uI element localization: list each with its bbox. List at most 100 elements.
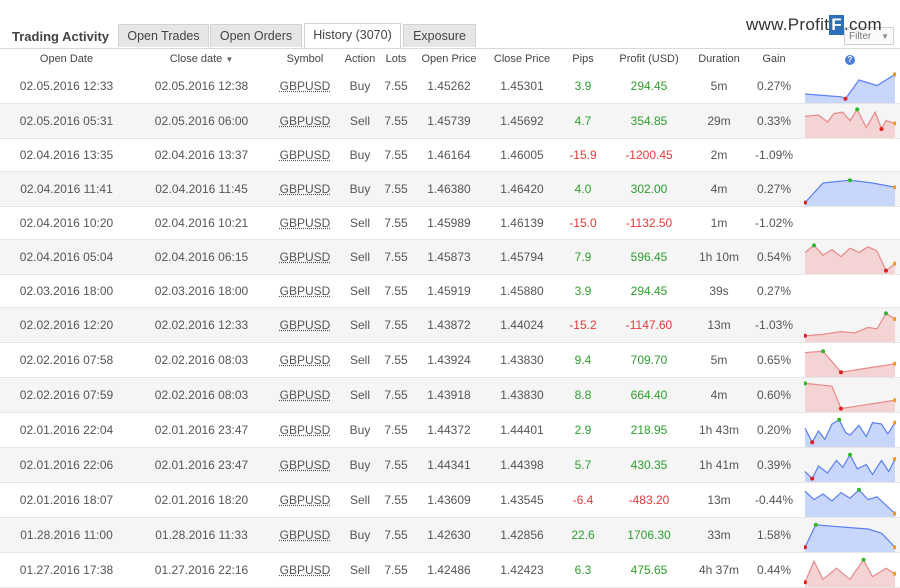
table-row[interactable]: 02.04.2016 11:41 02.04.2016 11:45 GBPUSD Bu… <box>0 172 900 207</box>
sparkline-area <box>805 525 895 552</box>
brand-suffix: .com <box>844 15 882 34</box>
table-row[interactable]: 02.01.2016 18:07 02.01.2016 18:20 GBPUSD Se… <box>0 483 900 518</box>
close-price-cell: 1.44398 <box>486 448 558 483</box>
open-price-cell-text: 1.44341 <box>427 458 470 472</box>
symbol-cell-text[interactable]: GBPUSD <box>280 250 331 264</box>
open-date-cell-text: 02.04.2016 10:20 <box>20 216 113 230</box>
lots-cell: 7.55 <box>380 448 412 483</box>
close-date-cell-text: 02.01.2016 18:20 <box>155 493 248 507</box>
close-price-cell: 1.43830 <box>486 343 558 378</box>
open-price-cell-text: 1.46380 <box>427 182 470 196</box>
lots-cell: 7.55 <box>380 69 412 104</box>
table-row[interactable]: 02.04.2016 10:20 02.04.2016 10:21 GBPUSD Se… <box>0 207 900 240</box>
symbol-cell-text[interactable]: GBPUSD <box>280 388 331 402</box>
symbol-cell-text[interactable]: GBPUSD <box>280 353 331 367</box>
duration-cell-text: 4m <box>711 182 728 196</box>
symbol-cell-text[interactable]: GBPUSD <box>280 493 331 507</box>
col-pips[interactable]: Pips <box>558 49 608 69</box>
gain-cell: 0.20% <box>748 413 800 448</box>
lots-cell-text: 7.55 <box>384 148 407 162</box>
tab-open-trades[interactable]: Open Trades <box>118 24 209 47</box>
open-price-cell-text: 1.45989 <box>427 216 470 230</box>
symbol-cell-text[interactable]: GBPUSD <box>280 79 331 93</box>
table-row[interactable]: 02.04.2016 13:35 02.04.2016 13:37 GBPUSD Bu… <box>0 139 900 172</box>
open-date-cell: 02.02.2016 07:59 <box>0 378 133 413</box>
symbol-cell-text[interactable]: GBPUSD <box>280 563 331 577</box>
duration-cell: 13m <box>690 308 748 343</box>
col-open-date[interactable]: Open Date <box>0 49 133 69</box>
symbol-cell-text[interactable]: GBPUSD <box>280 216 331 230</box>
open-price-cell-text: 1.45873 <box>427 250 470 264</box>
col-symbol[interactable]: Symbol <box>270 49 340 69</box>
col-gain[interactable]: Gain <box>748 49 800 69</box>
sparkline-area <box>805 74 895 103</box>
duration-cell-text: 1h 43m <box>699 423 739 437</box>
tab-exposure[interactable]: Exposure <box>403 24 476 47</box>
table-row[interactable]: 02.04.2016 05:04 02.04.2016 06:15 GBPUSD Se… <box>0 240 900 275</box>
symbol-cell-text[interactable]: GBPUSD <box>280 458 331 472</box>
col-action[interactable]: Action <box>340 49 380 69</box>
profit-cell-text: 664.40 <box>631 388 668 402</box>
symbol-cell-text[interactable]: GBPUSD <box>280 423 331 437</box>
symbol-cell: GBPUSD <box>270 378 340 413</box>
tab-history[interactable]: History (3070) <box>304 23 401 48</box>
col-close-price[interactable]: Close Price <box>486 49 558 69</box>
sparkline-chart <box>804 308 896 342</box>
brand-f: F <box>829 15 844 35</box>
col-open-price[interactable]: Open Price <box>412 49 486 69</box>
open-price-cell-text: 1.44372 <box>427 423 470 437</box>
col-profit[interactable]: Profit (USD) <box>608 49 690 69</box>
action-cell: Sell <box>340 378 380 413</box>
col-chart[interactable]: ? <box>800 49 900 69</box>
sparkline-chart <box>804 104 896 138</box>
duration-cell: 5m <box>690 69 748 104</box>
close-price-cell-text: 1.43545 <box>500 493 543 507</box>
table-row[interactable]: 02.01.2016 22:06 02.01.2016 23:47 GBPUSD Bu… <box>0 448 900 483</box>
col-lots[interactable]: Lots <box>380 49 412 69</box>
close-price-cell: 1.43545 <box>486 483 558 518</box>
open-date-cell-text: 02.03.2016 18:00 <box>20 284 113 298</box>
close-price-cell: 1.44401 <box>486 413 558 448</box>
tab-open-orders[interactable]: Open Orders <box>210 24 302 47</box>
open-date-cell: 02.01.2016 22:06 <box>0 448 133 483</box>
table-row[interactable]: 02.01.2016 22:04 02.01.2016 23:47 GBPUSD Bu… <box>0 413 900 448</box>
action-cell-text: Sell <box>350 284 370 298</box>
table-row[interactable]: 02.02.2016 12:20 02.02.2016 12:33 GBPUSD Se… <box>0 308 900 343</box>
duration-cell: 1h 10m <box>690 240 748 275</box>
brand-prefix: www.Profit <box>746 15 829 34</box>
open-date-cell-text: 01.27.2016 17:38 <box>20 563 113 577</box>
symbol-cell: GBPUSD <box>270 553 340 588</box>
symbol-cell-text[interactable]: GBPUSD <box>280 148 331 162</box>
table-row[interactable]: 02.02.2016 07:58 02.02.2016 08:03 GBPUSD Se… <box>0 343 900 378</box>
table-row[interactable]: 02.03.2016 18:00 02.03.2016 18:00 GBPUSD Se… <box>0 275 900 308</box>
symbol-cell-text[interactable]: GBPUSD <box>280 182 331 196</box>
duration-cell-text: 2m <box>711 148 728 162</box>
symbol-cell-text[interactable]: GBPUSD <box>280 528 331 542</box>
open-price-cell: 1.43924 <box>412 343 486 378</box>
action-cell: Sell <box>340 104 380 139</box>
col-close-date[interactable]: Close date ▼ <box>133 49 270 69</box>
profit-cell: 354.85 <box>608 104 690 139</box>
symbol-cell-text[interactable]: GBPUSD <box>280 114 331 128</box>
gain-cell: 0.27% <box>748 69 800 104</box>
open-price-cell-text: 1.45919 <box>427 284 470 298</box>
close-date-cell-text: 02.03.2016 18:00 <box>155 284 248 298</box>
table-row[interactable]: 01.27.2016 17:38 01.27.2016 22:16 GBPUSD Se… <box>0 553 900 588</box>
pips-cell-text: -6.4 <box>573 493 594 507</box>
table-row[interactable]: 02.05.2016 05:31 02.05.2016 06:00 GBPUSD Se… <box>0 104 900 139</box>
gain-cell: 1.58% <box>748 518 800 553</box>
chevron-down-icon: ▼ <box>881 28 889 46</box>
close-price-cell: 1.44024 <box>486 308 558 343</box>
symbol-cell-text[interactable]: GBPUSD <box>280 284 331 298</box>
close-date-cell: 02.04.2016 13:37 <box>133 139 270 172</box>
close-date-cell-text: 02.04.2016 11:45 <box>155 182 248 196</box>
help-icon[interactable]: ? <box>845 55 855 65</box>
table-row[interactable]: 01.28.2016 11:00 01.28.2016 11:33 GBPUSD Bu… <box>0 518 900 553</box>
action-cell-text: Buy <box>350 148 371 162</box>
table-row[interactable]: 02.05.2016 12:33 02.05.2016 12:38 GBPUSD Bu… <box>0 69 900 104</box>
action-cell: Sell <box>340 240 380 275</box>
col-duration[interactable]: Duration <box>690 49 748 69</box>
table-row[interactable]: 02.02.2016 07:59 02.02.2016 08:03 GBPUSD Se… <box>0 378 900 413</box>
open-price-cell-text: 1.46164 <box>427 148 470 162</box>
symbol-cell-text[interactable]: GBPUSD <box>280 318 331 332</box>
